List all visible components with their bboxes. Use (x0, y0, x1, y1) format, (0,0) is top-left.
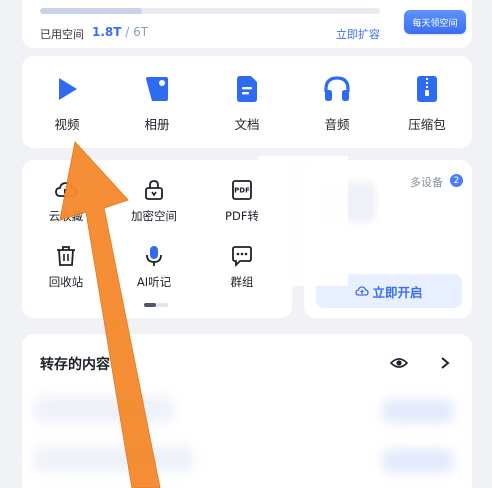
storage-progress-fill (40, 8, 142, 14)
saved-content-title: 转存的内容 (40, 357, 110, 373)
multi-device-label: 多设备 (410, 176, 443, 189)
category-audio-label: 音频 (324, 117, 350, 132)
used-space-label: 已用空间 (40, 28, 84, 41)
trash-icon (57, 246, 75, 266)
saved-content-card: 转存的内容 (22, 334, 472, 488)
play-icon (59, 78, 77, 100)
total-amount: 6T (133, 25, 149, 39)
blurred-content-row (34, 396, 174, 422)
blurred-content-row (34, 446, 194, 472)
tool-cloud-bookmark[interactable]: 云收藏 (22, 178, 110, 238)
enable-now-label: 立即开启 (372, 284, 423, 300)
blurred-content-action (382, 450, 454, 472)
category-album[interactable]: 相册 (112, 56, 202, 148)
zip-icon (417, 76, 437, 102)
tool-recycle-bin[interactable]: 回收站 (22, 244, 110, 304)
category-document-label: 文档 (234, 117, 260, 132)
tool-ai-notes[interactable]: AI听记 (110, 244, 198, 304)
chat-group-icon (232, 246, 252, 268)
lock-icon (145, 180, 163, 200)
category-album-label: 相册 (144, 117, 170, 132)
tool-encrypted-space-label: 加密空间 (131, 209, 177, 223)
eye-icon[interactable] (390, 354, 408, 372)
headphones-icon (324, 76, 350, 101)
storage-progress-bar (40, 8, 380, 14)
tools-grid: 云收藏 加密空间 PDF PDF转 回收站 AI听记 群组 (22, 160, 292, 318)
daily-space-button[interactable]: 每天领空间 (404, 10, 466, 34)
storage-card: 已用空间 1.8T / 6T 立即扩容 每天领空间 (22, 0, 472, 48)
tool-ai-notes-label: AI听记 (136, 275, 172, 289)
tool-encrypted-space[interactable]: 加密空间 (110, 178, 198, 238)
expand-storage-link[interactable]: 立即扩容 (336, 26, 380, 42)
cloud-icon (355, 286, 370, 296)
category-document[interactable]: 文档 (202, 56, 292, 148)
used-space-value: 1.8T / 6T (92, 25, 148, 39)
chevron-right-icon[interactable] (438, 354, 452, 372)
category-zip[interactable]: 压缩包 (382, 56, 472, 148)
category-video[interactable]: 视频 (22, 56, 112, 148)
album-icon (146, 77, 168, 101)
tool-group-label: 群组 (230, 275, 254, 289)
used-separator: / (121, 25, 134, 39)
category-video-label: 视频 (54, 117, 80, 132)
tool-pdf-convert-label: PDF转 (225, 209, 259, 223)
category-zip-label: 压缩包 (408, 117, 446, 132)
blur-overlay (258, 156, 348, 286)
tool-cloud-bookmark-label: 云收藏 (48, 209, 84, 223)
category-bar: 视频 相册 文档 音频 压缩包 (22, 56, 472, 148)
cloud-bookmark-icon (55, 182, 77, 197)
pdf-icon: PDF (232, 180, 252, 200)
blurred-content-action (382, 400, 454, 422)
document-icon (237, 76, 257, 102)
used-amount: 1.8T (92, 25, 122, 39)
page-indicator-active (144, 303, 156, 307)
device-count-badge: 2 (450, 174, 463, 187)
category-audio[interactable]: 音频 (292, 56, 382, 148)
svg-text:PDF: PDF (234, 187, 250, 195)
microphone-icon (146, 246, 162, 266)
tool-recycle-bin-label: 回收站 (48, 275, 84, 289)
page-indicator (144, 303, 168, 307)
